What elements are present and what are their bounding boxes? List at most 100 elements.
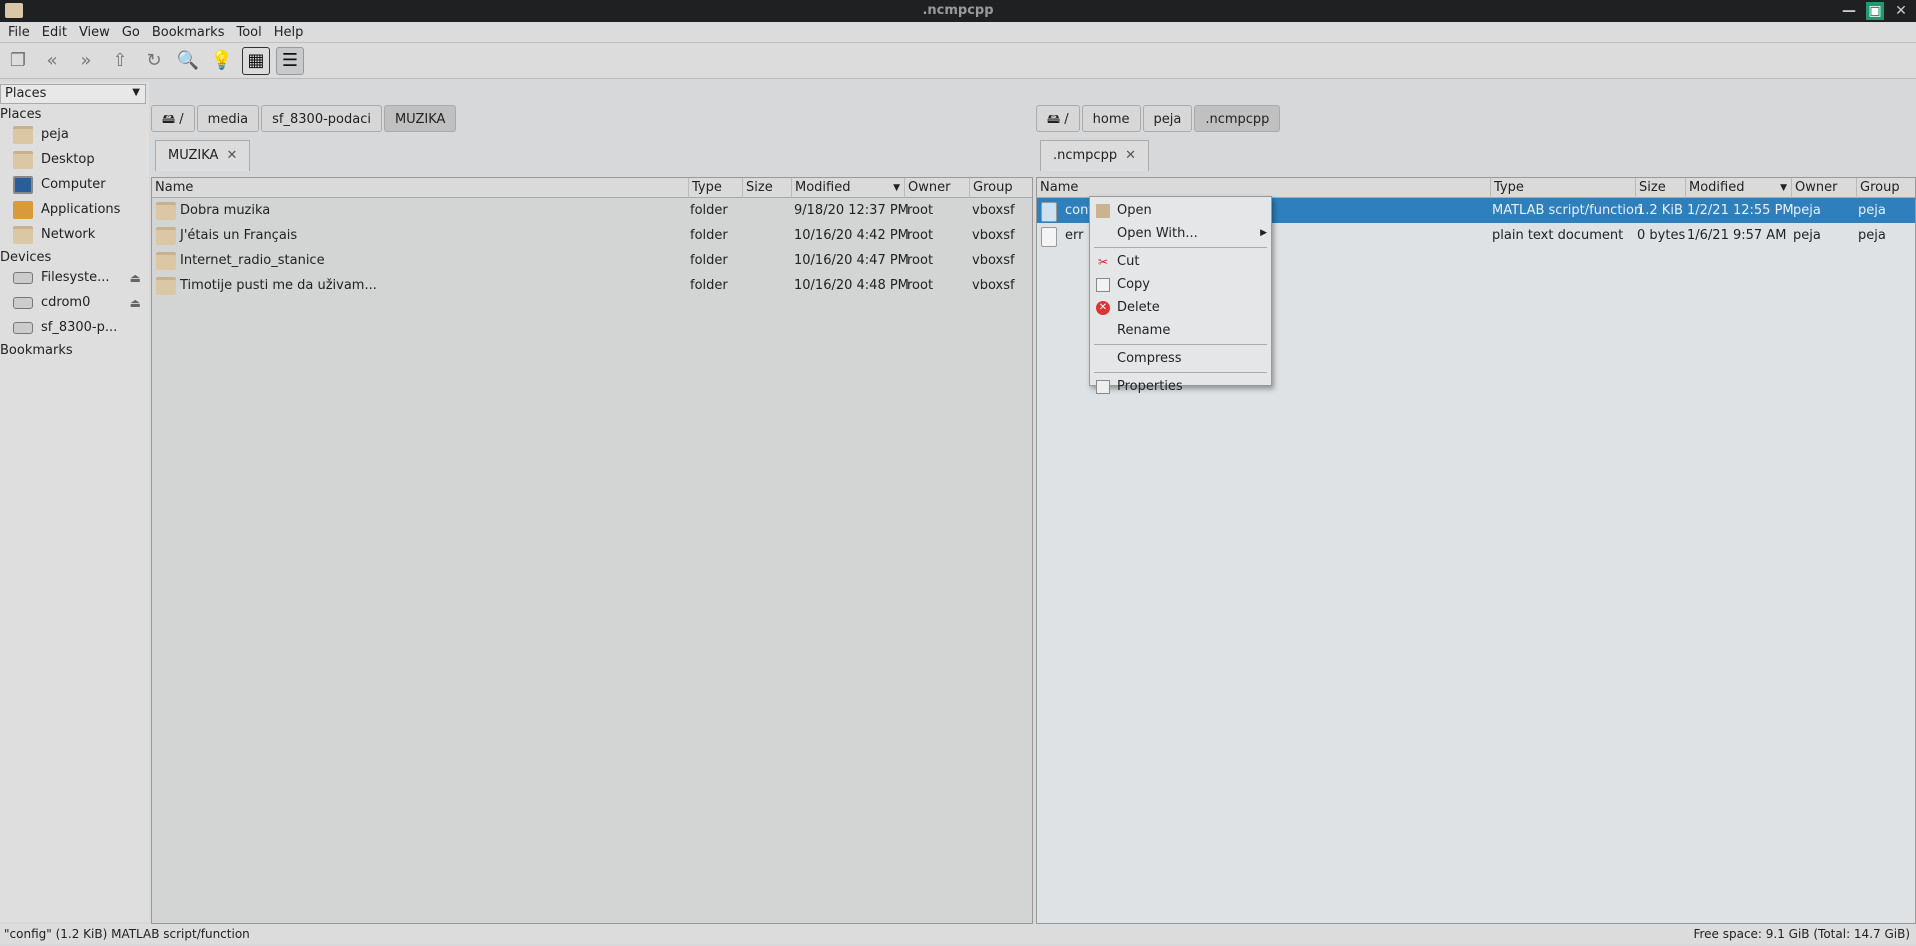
close-tab-icon[interactable]: ✕ [1125,148,1136,163]
menu-bookmarks[interactable]: Bookmarks [148,22,233,42]
cell-modified: 10/16/20 4:48 PM [794,278,909,293]
places-heading: Places [0,107,42,122]
col-group[interactable]: Group [1856,178,1900,198]
open-folder-icon [1096,204,1110,218]
sidebar-item-network[interactable]: Network [0,222,149,247]
forward-icon[interactable]: » [72,47,100,75]
sidebar-item-filesystem[interactable]: Filesyste... ⏏ [0,265,149,290]
menu-item-copy[interactable]: Copy [1090,273,1271,296]
list-header: Name Type Size Modified ▼ Owner Group [152,178,1032,198]
col-name[interactable]: Name [1037,178,1078,198]
eject-icon[interactable]: ⏏ [130,296,141,310]
menu-item-compress[interactable]: Compress [1090,347,1271,370]
table-row[interactable]: Internet_radio_stanice folder 10/16/20 4:4… [152,248,1032,273]
menu-item-properties[interactable]: Properties [1090,375,1271,398]
menu-go[interactable]: Go [118,22,148,42]
cell-group: peja [1858,203,1886,218]
icon-view-icon[interactable]: ▦ [242,46,270,75]
close-icon[interactable]: ✕ [1892,2,1910,20]
breadcrumb: 🖴 / home peja .ncmpcpp [1036,105,1281,132]
menu-item-cut[interactable]: ✂ Cut [1090,250,1271,273]
col-modified-label: Modified [795,180,851,195]
cell-type: folder [690,228,728,243]
table-row[interactable]: Timotije pusti me da uživam... folder 10/1… [152,273,1032,298]
menu-item-label: Rename [1117,323,1171,338]
crumb-muzika[interactable]: MUZIKA [383,105,457,132]
lightbulb-icon[interactable]: 💡 [208,47,236,75]
close-tab-icon[interactable]: ✕ [226,148,237,163]
table-row[interactable]: Dobra muzika folder 9/18/20 12:37 PM root vb… [152,198,1032,223]
crumb-root[interactable]: 🖴 / [151,105,195,132]
col-type[interactable]: Type [688,178,722,198]
menu-item-rename[interactable]: Rename [1090,319,1271,342]
menu-item-open-with[interactable]: Open With... ▶ [1090,222,1271,245]
eject-icon[interactable]: ⏏ [130,271,141,285]
cell-modified: 10/16/20 4:42 PM [794,228,909,243]
sidebar-item-computer[interactable]: Computer [0,172,149,197]
back-icon[interactable]: « [38,47,66,75]
cell-name: Internet_radio_stanice [180,253,325,268]
maximize-icon[interactable]: ▣ [1866,2,1884,20]
chevron-down-icon: ▼ [132,87,140,98]
cell-name: Timotije pusti me da uživam... [180,278,377,293]
menu-item-label: Cut [1117,254,1140,269]
menu-item-delete[interactable]: ✕ Delete [1090,296,1271,319]
sidebar-item-cdrom0[interactable]: cdrom0 ⏏ [0,290,149,315]
sidebar-mode-select[interactable]: Places ▼ [0,84,146,104]
cell-size: 1.2 KiB [1637,203,1683,218]
crumb-label: / [1064,112,1069,127]
crumb-root[interactable]: 🖴 / [1036,105,1080,132]
menu-tool[interactable]: Tool [232,22,269,42]
cell-owner: root [907,278,934,293]
menu-item-label: Properties [1117,379,1183,394]
find-icon[interactable]: 🔍 [174,47,202,75]
col-modified[interactable]: Modified ▼ [791,178,904,198]
menu-view[interactable]: View [75,22,118,42]
col-owner[interactable]: Owner [1791,178,1837,198]
sidebar-item-desktop[interactable]: Desktop [0,147,149,172]
crumb-ncmpcpp[interactable]: .ncmpcpp [1194,105,1281,132]
sidebar-item-peja[interactable]: peja [0,122,149,147]
cell-size: 0 bytes [1637,228,1686,243]
tab-ncmpcpp[interactable]: .ncmpcpp ✕ [1040,140,1149,171]
sidebar-item-applications[interactable]: Applications [0,197,149,222]
up-icon[interactable]: ⇧ [106,47,134,75]
menu-help[interactable]: Help [270,22,312,42]
sidebar-item-sf-8300[interactable]: sf_8300-p... [0,315,149,340]
col-modified[interactable]: Modified ▼ [1685,178,1791,198]
sidebar-mode-value: Places [5,86,47,101]
col-size[interactable]: Size [1635,178,1666,198]
cell-group: vboxsf [972,253,1015,268]
crumb-peja[interactable]: peja [1142,105,1193,132]
folder-icon [156,202,176,220]
col-name[interactable]: Name [152,178,193,198]
status-free-space: Free space: 9.1 GiB (Total: 14.7 GiB) [1693,927,1910,941]
menu-file[interactable]: File [4,22,38,42]
col-owner[interactable]: Owner [904,178,950,198]
col-modified-label: Modified [1689,180,1745,195]
tab-muzika[interactable]: MUZIKA ✕ [155,140,251,171]
crumb-home[interactable]: home [1081,105,1141,132]
menu-item-open[interactable]: Open [1090,199,1271,222]
status-bar: "config" (1.2 KiB) MATLAB script/functio… [0,924,1916,944]
menu-item-label: Open With... [1117,226,1198,241]
cell-modified: 1/6/21 9:57 AM [1687,228,1787,243]
menu-edit[interactable]: Edit [38,22,75,42]
detail-view-icon[interactable]: ☰ [276,46,304,75]
crumb-label: / [179,112,184,127]
table-row[interactable]: J'étais un Français folder 10/16/20 4:42 P… [152,223,1032,248]
cell-group: vboxsf [972,228,1015,243]
sidebar-item-label: Desktop [41,152,95,167]
menu-item-label: Open [1117,203,1152,218]
context-menu: Open Open With... ▶ ✂ Cut Copy ✕ Delete Ren… [1089,196,1272,394]
reload-icon[interactable]: ↻ [140,47,168,75]
crumb-media[interactable]: media [196,105,260,132]
col-group[interactable]: Group [969,178,1013,198]
minimize-icon[interactable]: — [1840,2,1858,20]
menu-item-label: Compress [1117,351,1182,366]
menu-item-label: Delete [1117,300,1160,315]
col-size[interactable]: Size [742,178,773,198]
col-type[interactable]: Type [1490,178,1524,198]
new-tab-icon[interactable]: ❐ [4,47,32,75]
crumb-sf-8300-podaci[interactable]: sf_8300-podaci [261,105,382,132]
